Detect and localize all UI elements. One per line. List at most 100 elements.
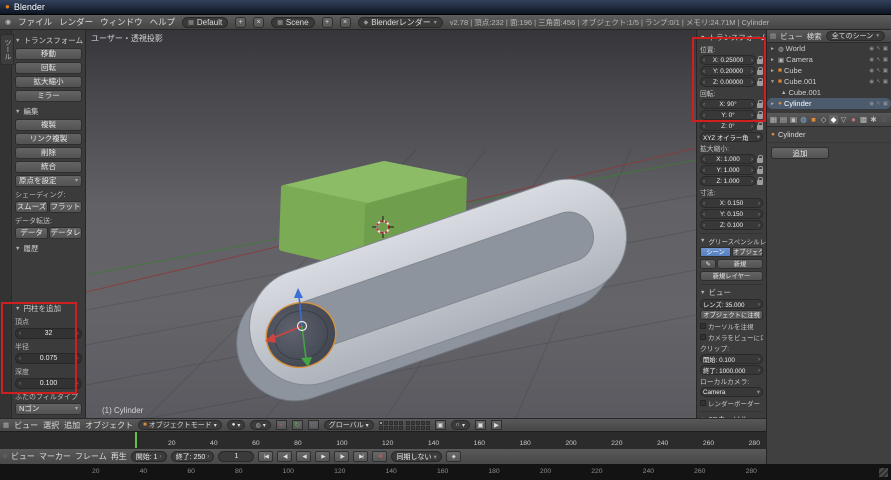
dimensions-x-field[interactable]: ‹X: 0.150›	[700, 198, 763, 208]
select-restrict-icon[interactable]: ↖	[876, 68, 881, 74]
lock-icon[interactable]	[757, 158, 763, 163]
outliner-item-cube-001-data[interactable]: ▲ Cube.001	[767, 87, 891, 98]
increment-icon[interactable]: ›	[758, 301, 760, 308]
lock-icon[interactable]	[757, 59, 763, 64]
lock-icon[interactable]	[757, 103, 763, 108]
timeline-menu-view[interactable]: ビュー	[11, 451, 35, 462]
render-restrict-icon[interactable]: ▣	[883, 101, 888, 107]
timeline-editor-icon[interactable]: ○	[3, 453, 7, 460]
gpencil-scene-tab[interactable]: シーン	[700, 247, 731, 257]
panel-header-add-cylinder[interactable]: ▼ 円柱を追加	[15, 303, 82, 314]
pivot-dropdown[interactable]: ◎ ▾	[250, 420, 270, 430]
manipulator-rotate-icon[interactable]: ↻	[292, 420, 303, 430]
scene-selector[interactable]: ▦ Scene	[271, 17, 314, 28]
scale-button[interactable]: 拡大縮小	[15, 76, 82, 88]
rotation-x-field[interactable]: ‹X: 90°›	[700, 99, 756, 109]
decrement-icon[interactable]: ‹	[703, 167, 705, 174]
decrement-icon[interactable]: ‹	[19, 355, 21, 362]
clip-end-field[interactable]: 終了: 1000.000›	[700, 365, 763, 375]
sync-dropdown[interactable]: 同期しない ▾	[391, 451, 441, 462]
render-restrict-icon[interactable]: ▣	[883, 57, 888, 63]
expand-icon[interactable]: ►	[770, 68, 776, 74]
select-restrict-icon[interactable]: ↖	[876, 101, 881, 107]
eye-icon[interactable]: ◉	[869, 57, 874, 63]
gpencil-object-tab[interactable]: オブジェクト	[732, 247, 763, 257]
increment-icon[interactable]: ›	[758, 200, 760, 207]
outliner-item-world[interactable]: ► ◍ World ◉↖▣	[767, 43, 891, 54]
decrement-icon[interactable]: ‹	[703, 222, 705, 229]
collapse-icon[interactable]: ▼	[770, 79, 776, 85]
select-restrict-icon[interactable]: ↖	[876, 79, 881, 85]
orientation-dropdown[interactable]: グローバル ▾	[324, 420, 374, 430]
panel-header-grease-pencil[interactable]: ▼ グリースペンシルレイ..	[700, 236, 763, 246]
tab-data-icon[interactable]: ▽	[839, 115, 848, 124]
eye-icon[interactable]: ◉	[869, 79, 874, 85]
data-transfer-button[interactable]: データ	[15, 227, 48, 239]
duplicate-linked-button[interactable]: リンク複製	[15, 133, 82, 145]
outliner-editor-icon[interactable]: ▤	[770, 32, 776, 40]
increment-icon[interactable]: ›	[76, 380, 78, 387]
layout-add-button[interactable]: +	[235, 17, 246, 28]
tab-material-icon[interactable]: ●	[849, 115, 858, 124]
increment-icon[interactable]: ›	[758, 367, 760, 374]
tab-scene-icon[interactable]: ▣	[789, 115, 798, 124]
location-x-field[interactable]: ‹X: 0.25000›	[700, 55, 756, 65]
outliner-item-cube[interactable]: ► ■ Cube ◉↖▣	[767, 65, 891, 76]
cap-fill-dropdown[interactable]: Nゴン ▾	[15, 403, 82, 415]
scene-add-button[interactable]: +	[322, 17, 333, 28]
menu-render[interactable]: レンダー	[59, 16, 93, 28]
delete-button[interactable]: 削除	[15, 147, 82, 159]
viewport-3d[interactable]: ユーザー・透視投影 (1) Cylinder	[86, 30, 696, 418]
shade-flat-button[interactable]: フラット	[49, 201, 82, 213]
lock-camera-checkbox[interactable]	[700, 334, 706, 340]
lock-icon[interactable]	[757, 125, 763, 130]
lock-to-object-field[interactable]: オブジェクトに注視	[700, 310, 763, 320]
viewport-menu-add[interactable]: 追加	[64, 420, 80, 431]
play-button[interactable]: ▶	[315, 451, 330, 462]
eye-icon[interactable]: ◉	[869, 46, 874, 52]
layout-delete-button[interactable]: ×	[253, 17, 264, 28]
expand-icon[interactable]: ►	[770, 101, 776, 107]
add-modifier-button[interactable]: 追加	[771, 147, 829, 159]
lock-cursor-checkbox[interactable]	[700, 323, 706, 329]
decrement-icon[interactable]: ‹	[703, 57, 705, 64]
rotation-z-field[interactable]: ‹Z: 0°›	[700, 121, 756, 131]
outliner-item-cube-001[interactable]: ▼ ■ Cube.001 ◉↖▣	[767, 76, 891, 87]
join-button[interactable]: 統合	[15, 161, 82, 173]
tab-object-icon[interactable]: ■	[809, 115, 818, 124]
gpencil-new-button[interactable]: 新規	[717, 259, 763, 269]
rotation-y-field[interactable]: ‹Y: 0°›	[700, 110, 756, 120]
dimensions-y-field[interactable]: ‹Y: 0.150›	[700, 209, 763, 219]
outliner-menu-view[interactable]: ビュー	[780, 31, 803, 42]
decrement-icon[interactable]: ‹	[19, 330, 21, 337]
jump-to-start-button[interactable]: |◀	[258, 451, 273, 462]
frame-end-field[interactable]: 終了: 250 ›	[171, 451, 215, 462]
decrement-icon[interactable]: ‹	[703, 211, 705, 218]
render-engine-selector[interactable]: ◆ Blenderレンダー ▾	[358, 17, 443, 28]
snap-dropdown[interactable]: ∩ ▾	[451, 420, 470, 430]
rotation-mode-dropdown[interactable]: XYZ オイラー角▾	[700, 132, 763, 142]
increment-icon[interactable]: ›	[207, 453, 209, 460]
render-border-checkbox[interactable]	[700, 400, 706, 406]
increment-icon[interactable]: ›	[751, 101, 753, 108]
duplicate-button[interactable]: 複製	[15, 119, 82, 131]
increment-icon[interactable]: ›	[76, 355, 78, 362]
tab-constraints-icon[interactable]: ◇	[819, 115, 828, 124]
depth-field[interactable]: ‹ 0.100 ›	[15, 378, 82, 389]
select-restrict-icon[interactable]: ↖	[876, 57, 881, 63]
increment-icon[interactable]: ›	[751, 79, 753, 86]
scene-lock-icon[interactable]: ▣	[435, 420, 446, 430]
decrement-icon[interactable]: ‹	[703, 156, 705, 163]
increment-icon[interactable]: ›	[758, 211, 760, 218]
outliner-display-dropdown[interactable]: 全てのシーン ▾	[826, 31, 885, 41]
outliner-item-cylinder[interactable]: ► ● Cylinder ◉↖▣	[767, 98, 891, 109]
eye-icon[interactable]: ◉	[869, 68, 874, 74]
decrement-icon[interactable]: ‹	[703, 101, 705, 108]
set-origin-dropdown[interactable]: 原点を設定 ▾	[15, 175, 82, 187]
scene-delete-button[interactable]: ×	[340, 17, 351, 28]
render-restrict-icon[interactable]: ▣	[883, 68, 888, 74]
lens-field[interactable]: レンズ: 35.000›	[700, 299, 763, 309]
lock-icon[interactable]	[757, 114, 763, 119]
increment-icon[interactable]: ›	[76, 330, 78, 337]
panel-header-history[interactable]: ▼ 履歴	[15, 243, 82, 254]
